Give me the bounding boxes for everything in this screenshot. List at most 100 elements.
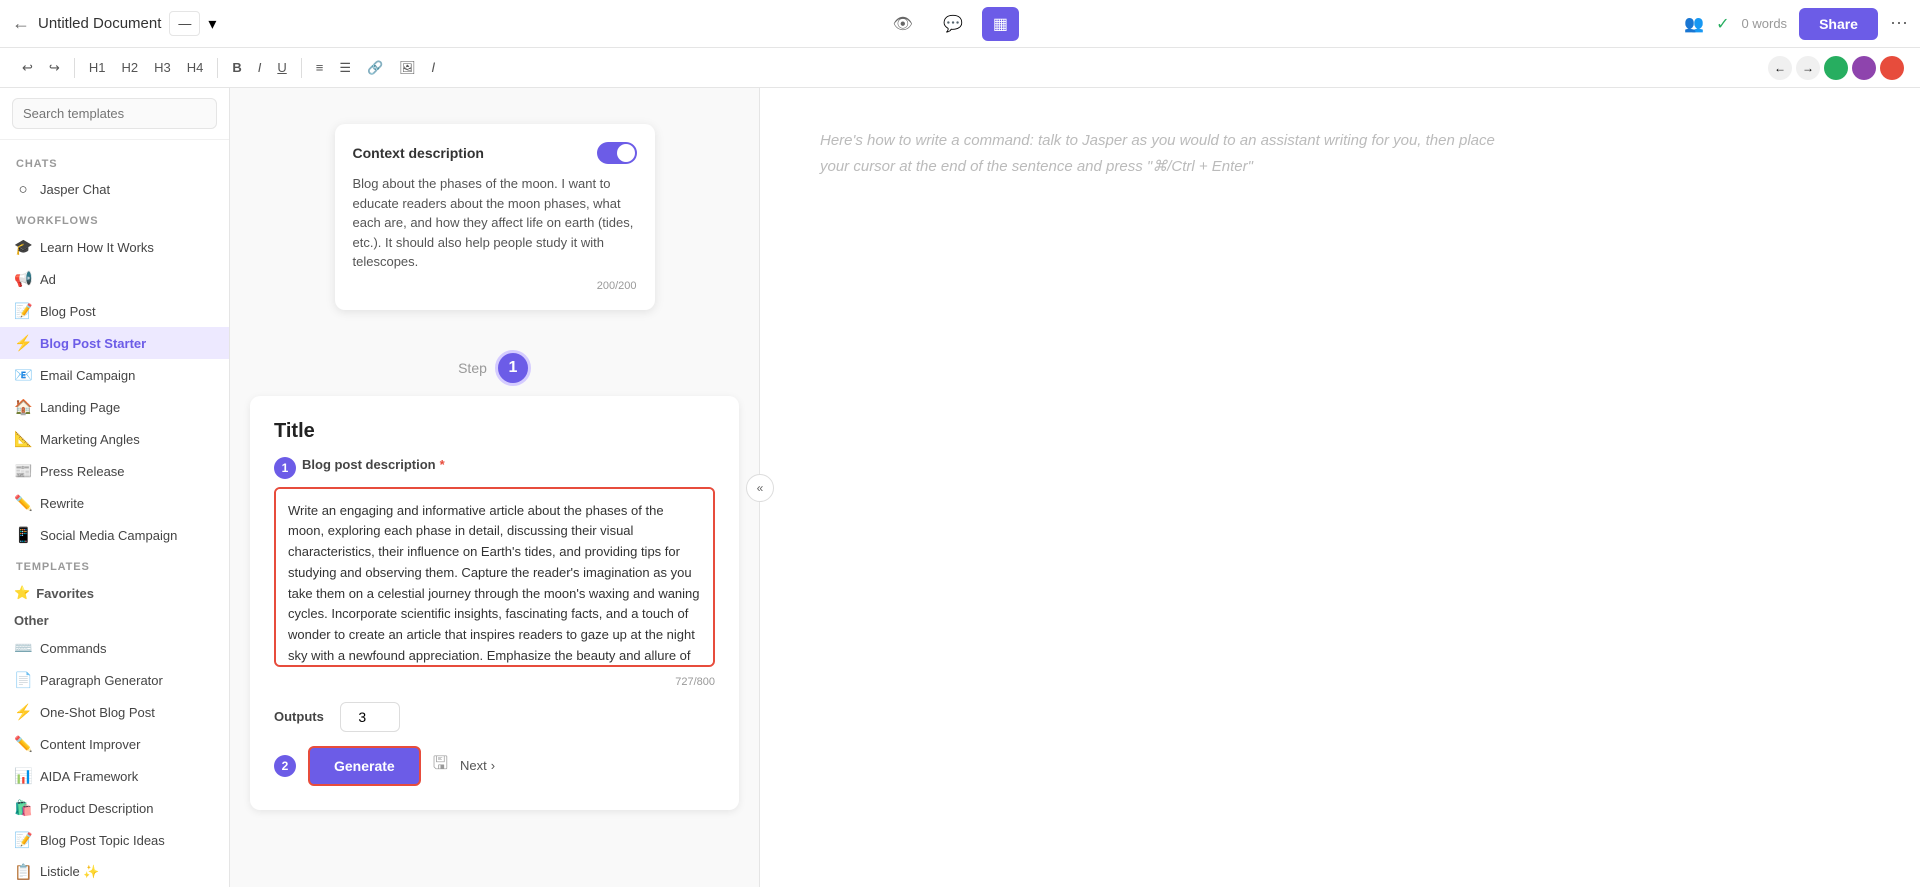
toolbar-right-section: ← → xyxy=(1768,56,1904,80)
document-title: Untitled Document xyxy=(38,15,161,32)
generate-area: 2 Generate 🖫 Next › xyxy=(274,746,715,786)
landing-page-icon: 🏠 xyxy=(14,398,32,416)
sidebar-item-learn[interactable]: 🎓 Learn How It Works xyxy=(0,231,229,263)
save-template-button[interactable]: 🖫 xyxy=(433,751,448,781)
edit-mode-button[interactable]: ▦ xyxy=(982,7,1019,41)
ad-label: Ad xyxy=(40,272,215,287)
collapse-panel-button[interactable]: « xyxy=(746,474,774,502)
generate-button[interactable]: Generate xyxy=(308,746,421,786)
topbar-left: ← Untitled Document — ▾ xyxy=(12,11,216,36)
step-indicator: Step 1 xyxy=(230,330,759,396)
templates-section-label: TEMPLATES xyxy=(0,551,229,577)
sidebar-item-landing-page[interactable]: 🏠 Landing Page xyxy=(0,391,229,423)
sidebar-item-ad[interactable]: 📢 Ad xyxy=(0,263,229,295)
next-icon: › xyxy=(491,758,495,773)
h4-button[interactable]: H4 xyxy=(181,56,210,79)
workflows-section-label: WORKFLOWS xyxy=(0,205,229,231)
toolbar-circle-1[interactable]: ← xyxy=(1768,56,1792,80)
sidebar-item-press-release[interactable]: 📰 Press Release xyxy=(0,455,229,487)
blog-post-label: Blog Post xyxy=(40,304,215,319)
view-mode-button[interactable]: 👁 xyxy=(882,7,924,41)
more-options-button[interactable]: ⋯ xyxy=(1890,13,1908,34)
sidebar-item-blog-post-starter[interactable]: ⚡ Blog Post Starter xyxy=(0,327,229,359)
social-media-icon: 📱 xyxy=(14,526,32,544)
link-button[interactable]: 🔗 xyxy=(361,56,389,80)
context-card: Context description Blog about the phase… xyxy=(335,124,655,310)
sidebar-item-blog-post[interactable]: 📝 Blog Post xyxy=(0,295,229,327)
press-release-label: Press Release xyxy=(40,464,215,479)
search-input[interactable] xyxy=(12,98,217,129)
toolbar-circle-4[interactable] xyxy=(1852,56,1876,80)
sidebar-item-email-campaign[interactable]: 📧 Email Campaign xyxy=(0,359,229,391)
char-count: 727/800 xyxy=(274,676,715,688)
blog-post-starter-label: Blog Post Starter xyxy=(40,336,215,351)
blog-description-input[interactable]: Write an engaging and informative articl… xyxy=(274,487,715,667)
rewrite-label: Rewrite xyxy=(40,496,215,511)
h3-button[interactable]: H3 xyxy=(148,56,177,79)
redo-button[interactable]: ↪ xyxy=(43,56,66,80)
context-card-header: Context description xyxy=(353,142,637,164)
toolbar-circle-5[interactable] xyxy=(1880,56,1904,80)
field-label: Blog post description * xyxy=(302,457,445,472)
editor-panel[interactable]: Here's how to write a command: talk to J… xyxy=(760,88,1920,887)
image-button[interactable]: 🖼 xyxy=(393,56,422,80)
required-marker: * xyxy=(440,457,445,472)
press-release-icon: 📰 xyxy=(14,462,32,480)
toolbar-separator-2 xyxy=(217,58,218,78)
undo-button[interactable]: ↩ xyxy=(16,56,39,80)
listicle-icon: 📋 xyxy=(14,863,32,881)
outputs-input[interactable] xyxy=(340,702,400,732)
share-button[interactable]: Share xyxy=(1799,8,1878,40)
ordered-list-button[interactable]: ≡ xyxy=(310,56,330,79)
italic2-button[interactable]: 𝐼 xyxy=(426,56,442,80)
sidebar-item-rewrite[interactable]: ✏️ Rewrite xyxy=(0,487,229,519)
collaborators-icon: 👥 xyxy=(1684,14,1704,34)
sidebar-item-content-improver[interactable]: ✏️ Content Improver xyxy=(0,728,229,760)
landing-page-label: Landing Page xyxy=(40,400,215,415)
sidebar-item-listicle[interactable]: 📋 Listicle ✨ xyxy=(0,856,229,887)
main-layout: CHATS ○ Jasper Chat WORKFLOWS 🎓 Learn Ho… xyxy=(0,88,1920,887)
product-desc-label: Product Description xyxy=(40,801,215,816)
aida-label: AIDA Framework xyxy=(40,769,215,784)
blog-post-icon: 📝 xyxy=(14,302,32,320)
sidebar-item-marketing-angles[interactable]: 📐 Marketing Angles xyxy=(0,423,229,455)
h2-button[interactable]: H2 xyxy=(115,56,144,79)
toolbar-separator-1 xyxy=(74,58,75,78)
sidebar-item-commands[interactable]: ⌨️ Commands xyxy=(0,632,229,664)
sidebar-item-product-desc[interactable]: 🛍️ Product Description xyxy=(0,792,229,824)
topbar: ← Untitled Document — ▾ 👁 💬 ▦ 👥 ✓ 0 word… xyxy=(0,0,1920,48)
sidebar-item-social-media[interactable]: 📱 Social Media Campaign xyxy=(0,519,229,551)
chat-mode-button[interactable]: 💬 xyxy=(932,7,974,41)
next-button[interactable]: Next › xyxy=(460,758,495,773)
context-char-count: 200/200 xyxy=(353,280,637,292)
learn-icon: 🎓 xyxy=(14,238,32,256)
underline-button[interactable]: U xyxy=(271,56,292,79)
outputs-row: Outputs xyxy=(274,702,715,732)
title-dropdown[interactable]: — xyxy=(169,11,200,36)
context-toggle[interactable] xyxy=(597,142,637,164)
one-shot-label: One-Shot Blog Post xyxy=(40,705,215,720)
other-label: Other xyxy=(0,605,229,632)
form-label-row: 1 Blog post description * xyxy=(274,457,715,479)
toolbar-circle-3[interactable] xyxy=(1824,56,1848,80)
back-button[interactable]: ← xyxy=(12,13,30,34)
marketing-angles-icon: 📐 xyxy=(14,430,32,448)
step-number: 1 xyxy=(508,359,517,377)
h1-button[interactable]: H1 xyxy=(83,56,112,79)
sidebar-item-aida[interactable]: 📊 AIDA Framework xyxy=(0,760,229,792)
bold-button[interactable]: B xyxy=(226,56,247,79)
jasper-chat-label: Jasper Chat xyxy=(40,182,215,197)
context-text: Blog about the phases of the moon. I wan… xyxy=(353,174,637,272)
sidebar-item-paragraph-generator[interactable]: 📄 Paragraph Generator xyxy=(0,664,229,696)
italic-button[interactable]: I xyxy=(252,56,268,79)
sidebar-item-jasper-chat[interactable]: ○ Jasper Chat xyxy=(0,174,229,205)
sidebar-item-blog-topic-ideas[interactable]: 📝 Blog Post Topic Ideas xyxy=(0,824,229,856)
ad-icon: 📢 xyxy=(14,270,32,288)
unordered-list-button[interactable]: ☰ xyxy=(333,56,357,80)
topbar-center: 👁 💬 ▦ xyxy=(882,7,1019,41)
paragraph-gen-label: Paragraph Generator xyxy=(40,673,215,688)
toolbar-circle-2[interactable]: → xyxy=(1796,56,1820,80)
email-campaign-label: Email Campaign xyxy=(40,368,215,383)
dropdown-chevron: ▾ xyxy=(208,14,216,34)
sidebar-item-one-shot-blog[interactable]: ⚡ One-Shot Blog Post xyxy=(0,696,229,728)
